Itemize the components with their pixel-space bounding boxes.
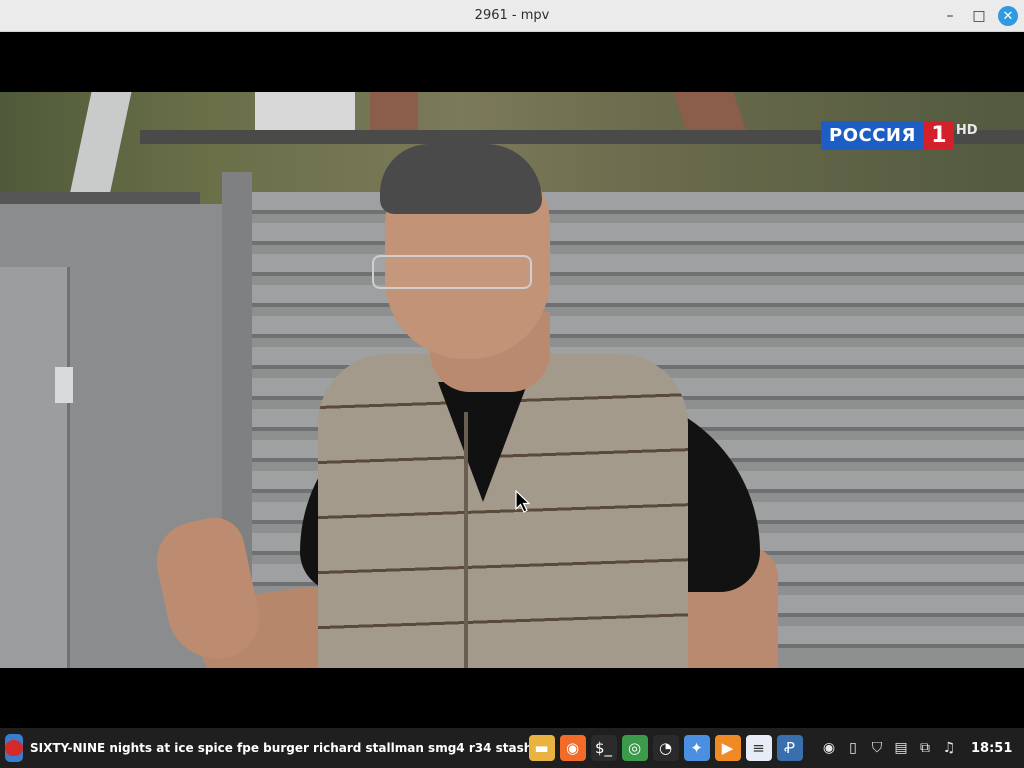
- clipboard-icon[interactable]: ▯: [843, 736, 863, 760]
- fence-slat: [252, 223, 1024, 245]
- background-post: [673, 92, 747, 132]
- launcher-group: ▬ ◉ $_ ◎ ◔ ✦ ▶ ≡ Ꝓ: [526, 735, 805, 761]
- disk-usage-icon[interactable]: ◔: [652, 735, 679, 761]
- text-editor-icon[interactable]: ≡: [745, 735, 772, 761]
- background-post: [255, 92, 355, 132]
- channel-number: 1: [923, 121, 954, 150]
- firefox-icon[interactable]: ◉: [559, 735, 586, 761]
- close-icon: ✕: [998, 6, 1018, 26]
- channel-name: РОССИЯ: [821, 121, 924, 150]
- door-hinge: [55, 367, 73, 403]
- close-button[interactable]: ✕: [996, 0, 1020, 32]
- fence-slat: [252, 254, 1024, 276]
- taskbar: SIXTY-NINE nights at ice spice fpe burge…: [0, 728, 1024, 768]
- taskbar-active-window[interactable]: SIXTY-NINE nights at ice spice fpe burge…: [0, 728, 532, 768]
- terminal-icon[interactable]: $_: [590, 735, 617, 761]
- chrome-icon[interactable]: ◎: [621, 735, 648, 761]
- background-post: [370, 92, 418, 132]
- person-hair: [380, 144, 542, 214]
- maximize-icon: □: [972, 8, 986, 24]
- system-tray: ◉ ▯ ⛉ ▤ ⧉ ♫: [817, 736, 961, 760]
- music-icon[interactable]: ♫: [939, 736, 959, 760]
- left-roof: [0, 192, 200, 204]
- window-title: 2961 - mpv: [474, 8, 550, 23]
- clock[interactable]: 18:51: [971, 741, 1012, 756]
- network-icon[interactable]: ⧉: [915, 736, 935, 760]
- person-glasses: [372, 255, 532, 289]
- fence-slat: [252, 316, 1024, 338]
- app-grid-icon[interactable]: ✦: [683, 735, 710, 761]
- obs-icon[interactable]: ◉: [819, 736, 839, 760]
- fence-slat: [252, 285, 1024, 307]
- window-titlebar[interactable]: 2961 - mpv – □ ✕: [0, 0, 1024, 32]
- shield-icon[interactable]: ⛉: [867, 736, 887, 760]
- video-frame: РОССИЯ 1 HD: [0, 92, 1024, 668]
- taskbar-window-title: SIXTY-NINE nights at ice spice fpe burge…: [30, 741, 533, 755]
- video-viewport[interactable]: РОССИЯ 1 HD: [0, 33, 1024, 728]
- angry-bird-icon: [5, 734, 23, 762]
- channel-logo: РОССИЯ 1 HD: [821, 121, 978, 150]
- minimize-button[interactable]: –: [938, 0, 962, 32]
- media-player-icon[interactable]: ▶: [714, 735, 741, 761]
- vest-zipper: [464, 412, 468, 668]
- document-icon[interactable]: ▤: [891, 736, 911, 760]
- folder-icon[interactable]: ▬: [528, 735, 555, 761]
- maximize-button[interactable]: □: [967, 0, 991, 32]
- wooden-door: [0, 267, 70, 668]
- python-icon[interactable]: Ꝓ: [776, 735, 803, 761]
- fence-slat: [252, 192, 1024, 214]
- channel-hd-badge: HD: [955, 123, 978, 138]
- minimize-icon: –: [946, 8, 954, 24]
